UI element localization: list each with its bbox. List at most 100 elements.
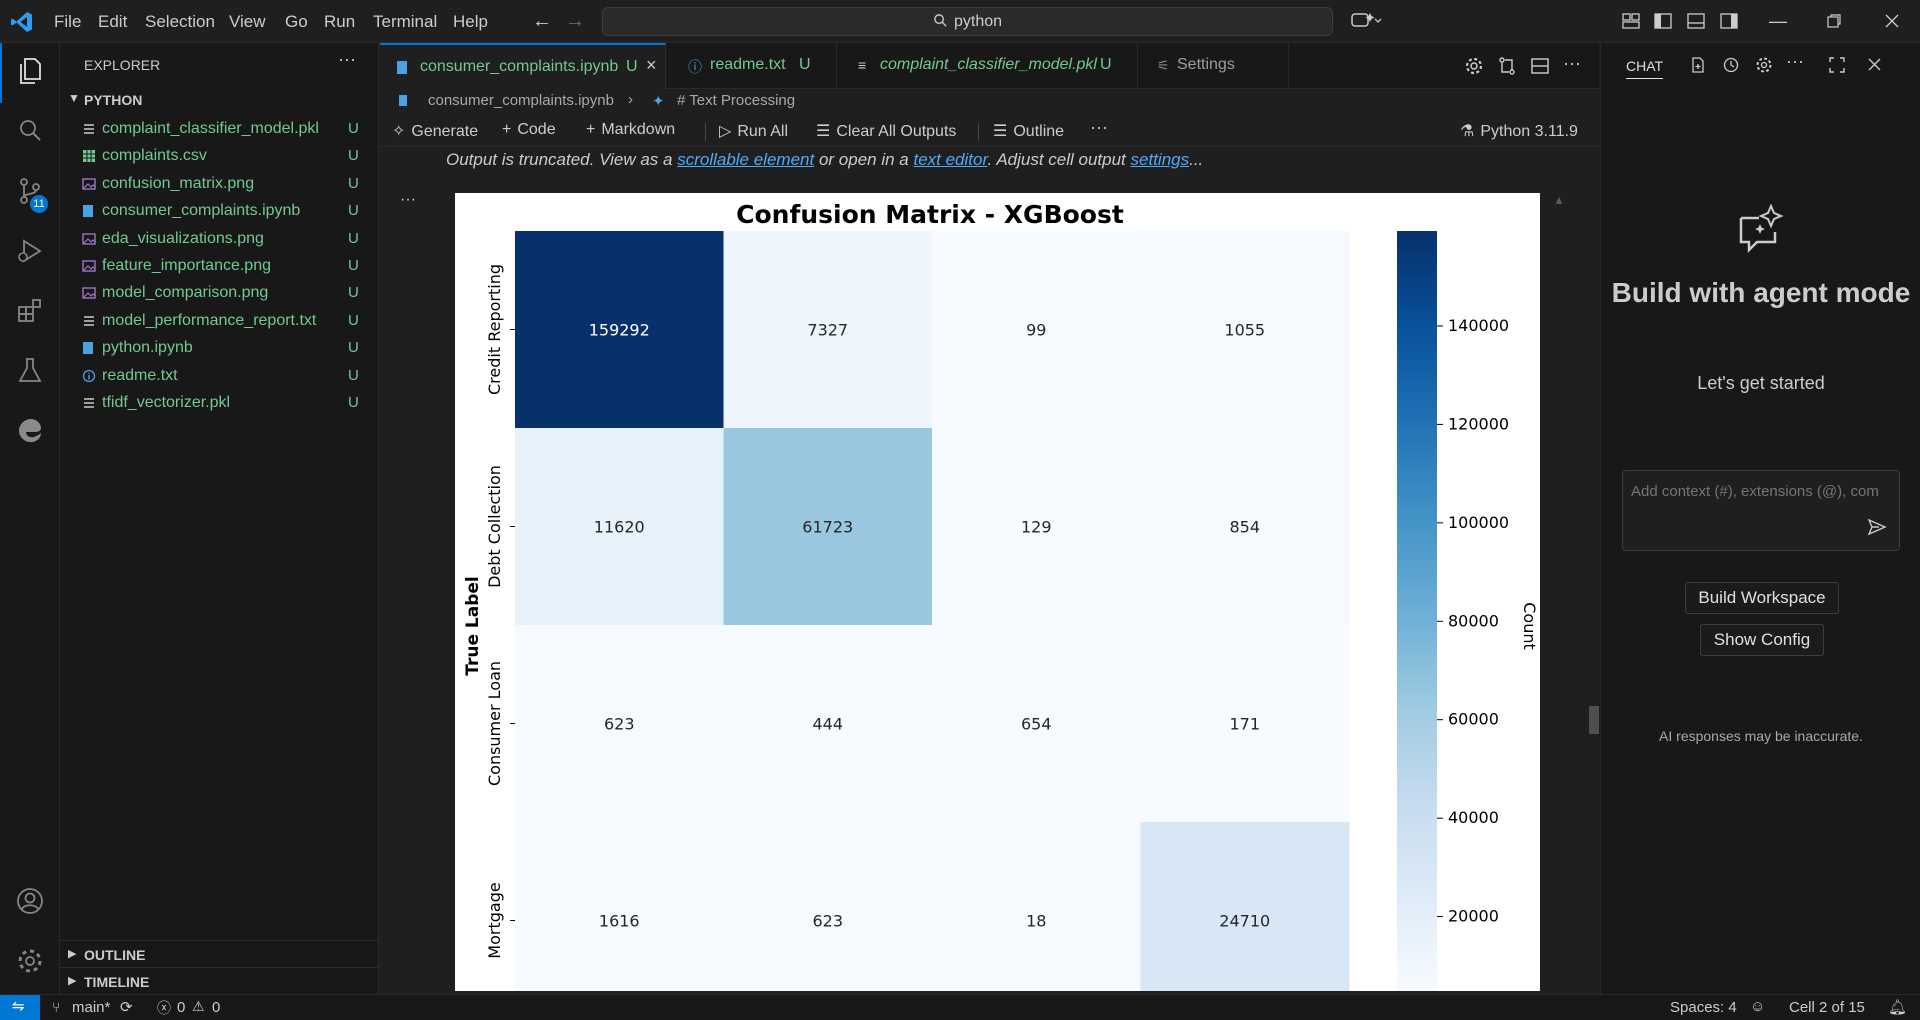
back-arrow-icon[interactable]: ← [531, 10, 553, 32]
outline-button[interactable]: ☰ Outline [993, 121, 1064, 141]
split-editor-icon[interactable] [1530, 56, 1550, 76]
menu-go[interactable]: Go [285, 12, 308, 32]
cell-position[interactable]: Cell 2 of 15 [1789, 999, 1865, 1016]
add-markdown-button[interactable]: + Markdown [586, 121, 675, 139]
cell-output-more-icon[interactable]: ··· [400, 191, 416, 209]
breadcrumb-file[interactable]: consumer_complaints.ipynb [428, 92, 614, 109]
file-item[interactable]: tfidf_vectorizer.pkl U [60, 390, 379, 417]
kernel-icon: ⚗ [1460, 123, 1475, 140]
menu-file[interactable]: File [54, 12, 81, 32]
file-status-badge: U [348, 229, 359, 247]
show-config-button[interactable]: Show Config [1700, 624, 1824, 656]
run-all-button[interactable]: ▷ Run All [719, 121, 788, 141]
breadcrumb-section[interactable]: # Text Processing [677, 92, 795, 109]
file-item[interactable]: complaints.csv U [60, 143, 379, 170]
manage-gear-icon[interactable] [14, 945, 46, 977]
chat-tab[interactable]: CHAT [1626, 58, 1664, 79]
scroll-up-icon[interactable]: ▲ [1553, 193, 1565, 207]
file-item[interactable]: feature_importance.png U [60, 253, 379, 280]
menu-edit[interactable]: Edit [98, 12, 127, 32]
generate-button[interactable]: ✧ Generate [392, 121, 478, 141]
file-status-badge: U [348, 339, 359, 357]
menu-run[interactable]: Run [324, 12, 355, 32]
forward-arrow-icon[interactable]: → [564, 10, 586, 32]
close-panel-icon[interactable] [1867, 57, 1882, 72]
file-item[interactable]: complaint_classifier_model.pkl U [60, 116, 379, 143]
edge-browser-icon[interactable] [14, 415, 46, 447]
toggle-panel-icon[interactable] [1687, 12, 1705, 30]
colorbar-tick-label: 60000 [1448, 710, 1499, 729]
file-item[interactable]: eda_visualizations.png U [60, 226, 379, 253]
testing-icon[interactable] [14, 355, 46, 387]
scrollable-element-link[interactable]: scrollable element [677, 150, 814, 169]
tab-classifier-model[interactable]: ≡ complaint_classifier_model.pkl U [838, 43, 1138, 89]
kernel-picker[interactable]: ⚗ Python 3.11.9 [1460, 121, 1578, 141]
text-editor-link[interactable]: text editor [913, 150, 987, 169]
menu-view[interactable]: View [229, 12, 266, 32]
toolbar-more-icon[interactable]: ··· [1090, 117, 1108, 138]
error-count[interactable]: 0 [177, 999, 185, 1016]
file-item[interactable]: consumer_complaints.ipynb U [60, 198, 379, 225]
accounts-icon[interactable] [14, 885, 46, 917]
file-item[interactable]: model_performance_report.txt U [60, 308, 379, 335]
tab-consumer-complaints[interactable]: consumer_complaints.ipynb U × [380, 43, 666, 89]
extensions-icon[interactable] [14, 295, 46, 327]
more-actions-icon[interactable]: ··· [1563, 53, 1581, 74]
customize-layout-icon[interactable] [1622, 12, 1640, 30]
colorbar-tick-label: 20000 [1448, 907, 1499, 926]
clear-outputs-button[interactable]: ☰ Clear All Outputs [816, 121, 956, 141]
chat-input-box[interactable] [1622, 470, 1900, 551]
notebook-settings-icon[interactable] [1464, 56, 1484, 76]
build-workspace-button[interactable]: Build Workspace [1685, 582, 1839, 614]
image-icon [82, 286, 96, 301]
notifications-icon[interactable]: 🔔︎ [1888, 998, 1907, 1016]
add-code-button[interactable]: + Code [502, 121, 556, 139]
menu-help[interactable]: Help [453, 12, 488, 32]
settings-link[interactable]: settings [1131, 150, 1190, 169]
new-chat-icon[interactable] [1689, 56, 1707, 74]
send-icon[interactable] [1867, 517, 1887, 537]
minimize-icon[interactable]: — [1767, 10, 1789, 32]
tab-readme[interactable]: ⓘ readme.txt U [667, 43, 837, 89]
file-status-badge: U [348, 202, 359, 220]
chat-settings-icon[interactable] [1755, 56, 1773, 74]
tab-settings[interactable]: ⚟ Settings [1139, 43, 1289, 89]
copilot-status-icon[interactable]: ☺ [1750, 998, 1765, 1015]
explorer-icon[interactable] [14, 55, 46, 87]
compare-changes-icon[interactable] [1497, 56, 1517, 76]
toggle-primary-sidebar-icon[interactable] [1654, 12, 1672, 30]
cell-value-label: 171 [1229, 715, 1260, 734]
outline-section[interactable]: ▶ OUTLINE [60, 940, 379, 966]
chat-input[interactable] [1631, 479, 1893, 503]
warning-count[interactable]: 0 [212, 999, 220, 1016]
file-item[interactable]: readme.txt U [60, 363, 379, 390]
indentation-status[interactable]: Spaces: 4 [1670, 999, 1737, 1016]
file-item[interactable]: model_comparison.png U [60, 280, 379, 307]
menu-selection[interactable]: Selection [145, 12, 215, 32]
file-item[interactable]: confusion_matrix.png U [60, 171, 379, 198]
menu-terminal[interactable]: Terminal [373, 12, 437, 32]
sync-icon[interactable]: ⟳ [120, 998, 133, 1016]
heatmap-cell [515, 822, 724, 991]
restore-icon[interactable] [1826, 13, 1842, 29]
history-icon[interactable] [1722, 56, 1740, 74]
copilot-menu-icon[interactable] [1350, 10, 1384, 32]
file-name: python.ipynb [102, 339, 193, 357]
command-center-search[interactable]: python [602, 7, 1333, 36]
toggle-secondary-sidebar-icon[interactable] [1720, 12, 1738, 30]
folder-header[interactable]: ▼ PYTHON [60, 89, 379, 113]
maximize-icon[interactable] [1828, 56, 1846, 74]
close-window-icon[interactable] [1884, 13, 1900, 29]
search-sidebar-icon[interactable] [14, 115, 46, 147]
editor-scrollbar-thumb[interactable] [1589, 706, 1599, 734]
timeline-section[interactable]: ▶ TIMELINE [60, 967, 379, 993]
chat-more-icon[interactable]: ··· [1786, 51, 1804, 72]
confusion-matrix-figure: Confusion Matrix - XGBoost True Label Co… [455, 193, 1540, 991]
branch-name[interactable]: main* [72, 999, 110, 1016]
explorer-more-icon[interactable]: ··· [338, 49, 356, 70]
image-icon [82, 259, 96, 274]
run-debug-icon[interactable] [14, 235, 46, 267]
remote-indicator[interactable]: ⇋ [0, 995, 40, 1020]
close-tab-icon[interactable]: × [646, 55, 657, 76]
file-item[interactable]: python.ipynb U [60, 335, 379, 362]
